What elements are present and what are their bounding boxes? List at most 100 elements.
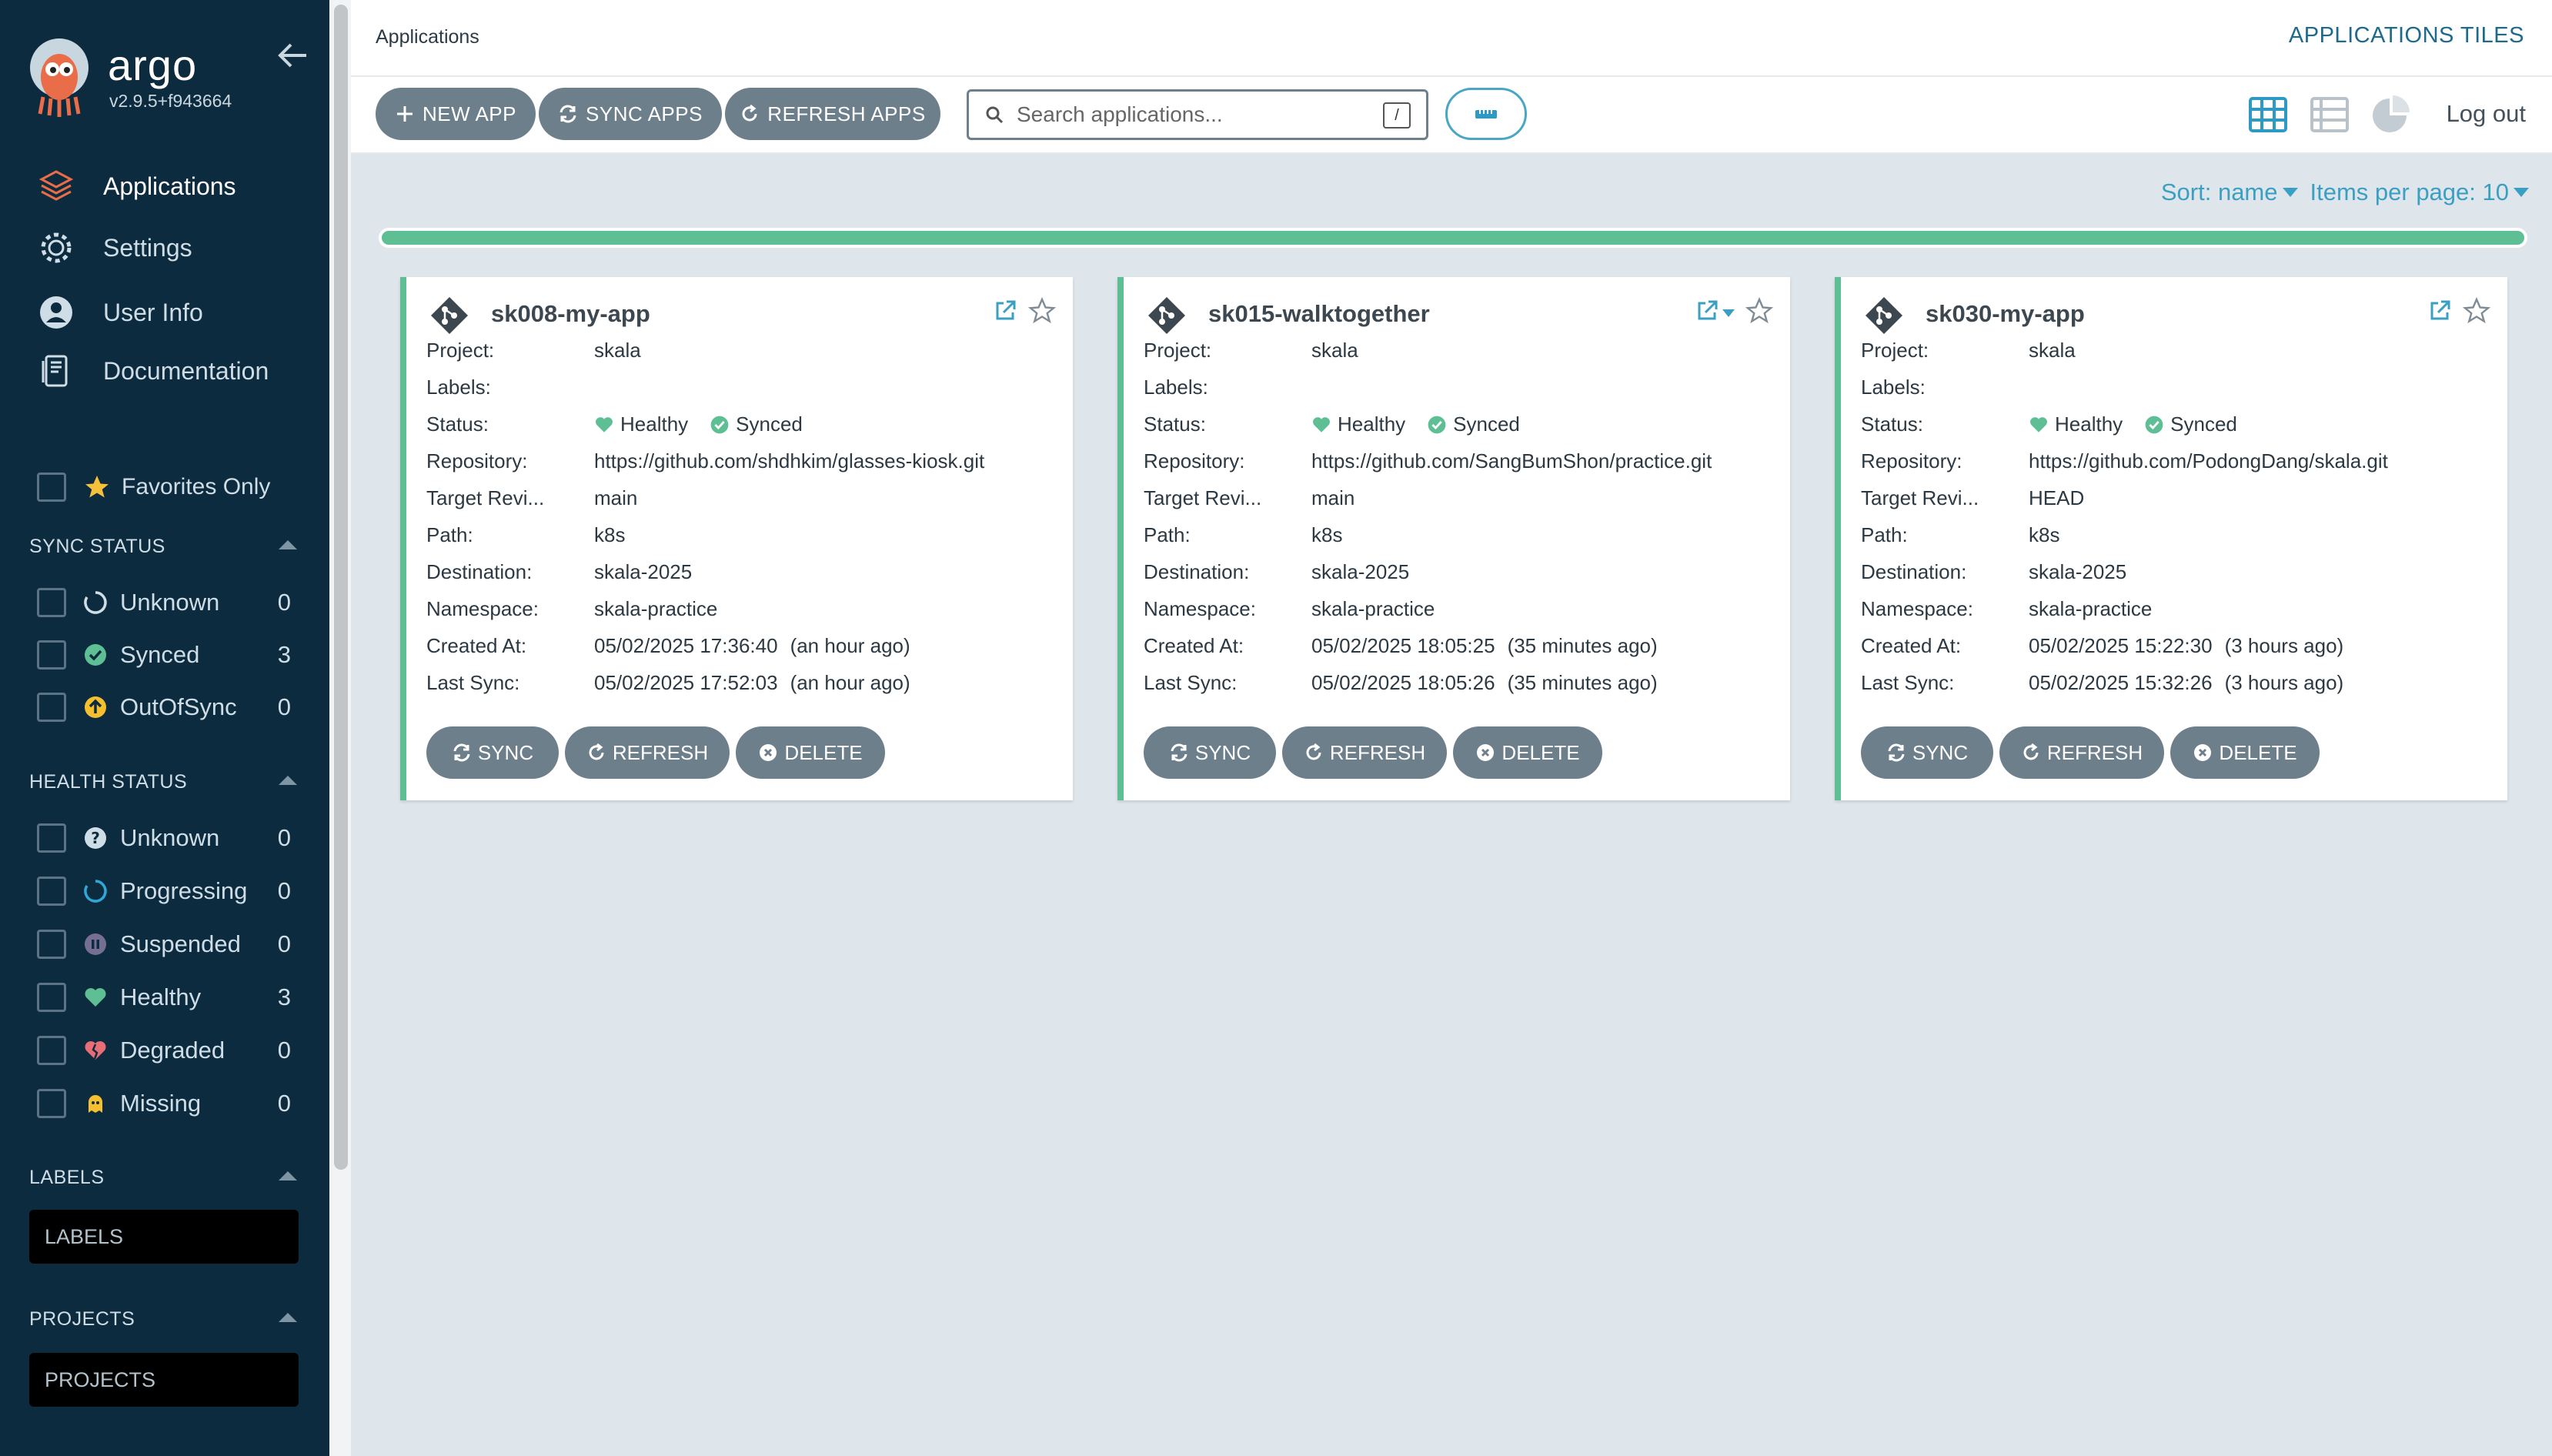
target-revision-value: main — [1311, 486, 1355, 509]
sort-controls: Sort: name Items per page: 10 — [2161, 179, 2529, 206]
delete-button[interactable]: DELETE — [1453, 726, 1602, 779]
external-link-icon[interactable] — [2427, 299, 2452, 323]
favorite-star-icon[interactable] — [1028, 297, 1056, 325]
filter-health-progressing[interactable]: Progressing 0 — [37, 873, 291, 909]
filter-label: Degraded — [120, 1037, 225, 1064]
filter-health-missing[interactable]: Missing 0 — [37, 1086, 291, 1121]
nav-documentation[interactable]: Documentation — [37, 349, 269, 392]
filter-sync-synced[interactable]: Synced 3 — [37, 637, 291, 673]
times-circle-icon — [2194, 744, 2212, 761]
progress-fill-healthy — [382, 231, 2524, 245]
nav-settings[interactable]: Settings — [37, 226, 192, 269]
filter-sync-outofsync[interactable]: OutOfSync 0 — [37, 690, 291, 725]
favorite-star-icon[interactable] — [2463, 297, 2490, 325]
refresh-apps-button[interactable]: REFRESH APPS — [725, 88, 940, 140]
namespace-value: skala-practice — [1311, 597, 1435, 620]
refresh-label: REFRESH — [1329, 740, 1426, 764]
sync-icon — [560, 105, 576, 123]
checkbox[interactable] — [37, 1089, 66, 1118]
sync-status-collapse-icon[interactable] — [279, 540, 297, 549]
checkbox[interactable] — [37, 823, 66, 853]
tiles-view-icon[interactable] — [2247, 94, 2289, 135]
sync-label: SYNC — [1194, 740, 1251, 764]
user-icon — [40, 296, 72, 329]
checkbox[interactable] — [37, 640, 66, 670]
delete-label: DELETE — [784, 740, 863, 764]
pie-chart-view-icon[interactable] — [2370, 94, 2412, 135]
new-app-button[interactable]: NEW APP — [376, 88, 536, 140]
labels-label: Labels: — [1144, 376, 1208, 399]
search-icon — [986, 106, 1004, 124]
checkbox[interactable] — [37, 693, 66, 722]
sync-button[interactable]: SYNC — [426, 726, 559, 779]
items-per-page-dropdown[interactable]: Items per page: 10 — [2310, 179, 2510, 206]
sync-label: SYNC — [477, 740, 534, 764]
favorites-checkbox[interactable] — [37, 473, 66, 502]
external-link-icon[interactable] — [993, 299, 1017, 323]
filter-sync-unknown[interactable]: Unknown 0 — [37, 585, 291, 620]
app-name[interactable]: sk008-my-app — [491, 300, 650, 328]
check-circle-icon — [710, 416, 729, 433]
app-name[interactable]: sk015-walktogether — [1208, 300, 1430, 328]
filter-health-degraded[interactable]: Degraded 0 — [37, 1033, 291, 1068]
ruler-button[interactable] — [1445, 88, 1527, 140]
gear-icon — [41, 232, 72, 263]
search-input[interactable] — [1017, 102, 1371, 127]
delete-button[interactable]: DELETE — [2170, 726, 2320, 779]
sidebar-scrollbar-thumb[interactable] — [334, 5, 348, 1170]
projects-input[interactable]: PROJECTS — [29, 1353, 299, 1407]
breadcrumb[interactable]: Applications — [376, 26, 479, 48]
refresh-icon — [1306, 743, 1321, 760]
created-at-label: Created At: — [1861, 634, 1962, 657]
sync-apps-button[interactable]: SYNC APPS — [539, 88, 722, 140]
search-box[interactable]: / — [967, 89, 1428, 140]
external-link-icon[interactable] — [1695, 299, 1719, 323]
destination-value: skala-2025 — [594, 560, 693, 583]
checkbox[interactable] — [37, 983, 66, 1012]
app-card[interactable]: sk008-my-app Project: skala Labels: Status: H… — [400, 277, 1073, 800]
app-card[interactable]: sk015-walktogether Project: skala Labels: St… — [1117, 277, 1790, 800]
nav-applications[interactable]: Applications — [37, 165, 236, 208]
target-revision-label: Target Revi... — [1144, 486, 1262, 509]
ghost-icon — [89, 1095, 102, 1113]
sync-status: Synced — [2170, 412, 2237, 436]
checkbox[interactable] — [37, 1036, 66, 1065]
favorites-only-filter[interactable]: Favorites Only — [37, 473, 270, 502]
filter-health-suspended[interactable]: Suspended 0 — [37, 927, 291, 962]
nav-user-info[interactable]: User Info — [37, 291, 203, 334]
labels-input[interactable]: LABELS — [29, 1210, 299, 1264]
sort-caret-icon[interactable] — [2282, 188, 2298, 197]
namespace-label: Namespace: — [1861, 597, 1973, 620]
sync-button[interactable]: SYNC — [1861, 726, 1993, 779]
projects-collapse-icon[interactable] — [279, 1313, 297, 1322]
path-value: k8s — [594, 523, 626, 546]
projects-title: PROJECTS — [29, 1308, 135, 1330]
version: v2.9.5+f943664 — [109, 91, 232, 111]
external-links-caret-icon[interactable] — [1722, 309, 1735, 317]
sync-button[interactable]: SYNC — [1144, 726, 1276, 779]
filter-health-healthy[interactable]: Healthy 3 — [37, 980, 291, 1015]
checkbox[interactable] — [37, 877, 66, 906]
filter-health-unknown[interactable]: ? Unknown 0 — [37, 820, 291, 856]
items-per-page-caret-icon[interactable] — [2514, 188, 2529, 197]
app-card[interactable]: sk030-my-app Project: skala Labels: Status: H… — [1835, 277, 2507, 800]
logout-link[interactable]: Log out — [2447, 100, 2526, 128]
refresh-button[interactable]: REFRESH — [1282, 726, 1447, 779]
argo-logo[interactable] — [28, 37, 91, 117]
delete-button[interactable]: DELETE — [736, 726, 885, 779]
health-status-collapse-icon[interactable] — [279, 776, 297, 785]
refresh-button[interactable]: REFRESH — [1999, 726, 2164, 779]
refresh-button[interactable]: REFRESH — [565, 726, 730, 779]
favorite-star-icon[interactable] — [1745, 297, 1773, 325]
labels-collapse-icon[interactable] — [279, 1171, 297, 1180]
app-name[interactable]: sk030-my-app — [1926, 300, 2085, 328]
collapse-sidebar-icon[interactable] — [276, 38, 309, 72]
nav-user-info-label: User Info — [103, 298, 203, 326]
last-sync-value: 05/02/2025 15:32:26 — [2029, 671, 2213, 694]
checkbox[interactable] — [37, 588, 66, 617]
new-app-label: NEW APP — [423, 102, 516, 125]
checkbox[interactable] — [37, 930, 66, 959]
list-view-icon[interactable] — [2309, 94, 2350, 135]
sort-dropdown[interactable]: Sort: name — [2161, 179, 2278, 206]
created-at-value: 05/02/2025 18:05:25 — [1311, 634, 1495, 657]
